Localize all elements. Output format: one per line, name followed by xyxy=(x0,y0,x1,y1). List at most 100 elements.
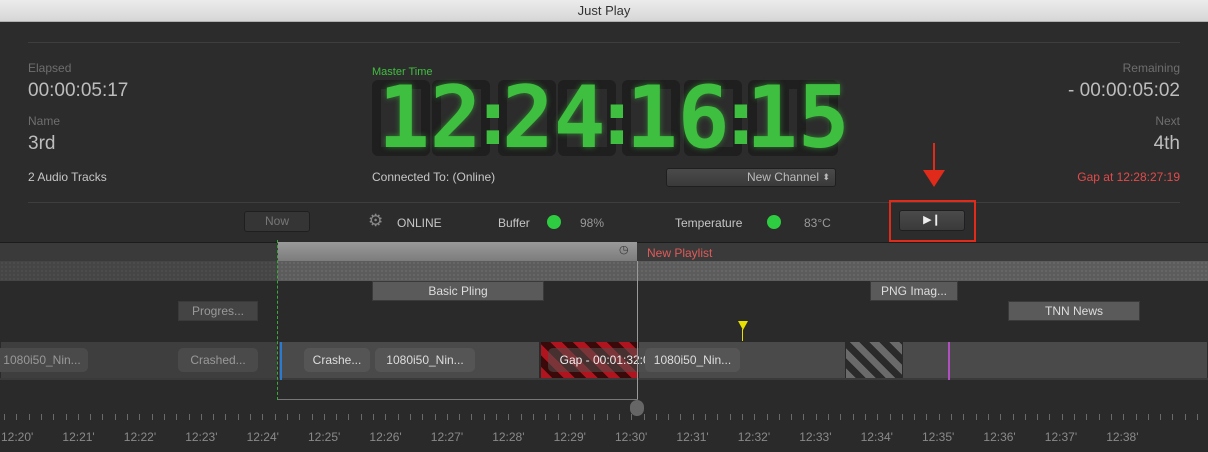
ruler-tick xyxy=(693,414,694,420)
annotation-progress[interactable]: Progres... xyxy=(178,301,258,321)
ruler-tick xyxy=(484,414,485,420)
ruler-tick xyxy=(828,414,829,420)
ruler-tick-label: 12:28' xyxy=(492,430,525,444)
clock-seconds: 16 xyxy=(626,68,730,168)
ruler-tick xyxy=(373,414,374,420)
ruler-tick xyxy=(1148,414,1149,420)
ruler-tick xyxy=(471,414,472,420)
ruler-tick xyxy=(4,414,5,420)
name-value: 3rd xyxy=(28,133,56,154)
remaining-label: Remaining xyxy=(1122,61,1180,75)
ruler-tick xyxy=(865,414,866,420)
ruler-tick xyxy=(619,414,620,420)
ruler-tick xyxy=(1049,414,1050,420)
ruler-tick xyxy=(1086,414,1087,420)
name-label: Name xyxy=(28,114,61,128)
annotation-png-image[interactable]: PNG Imag... xyxy=(870,281,958,301)
marker-line xyxy=(742,329,743,341)
annotation-label: PNG Imag... xyxy=(880,284,948,298)
ruler-tick xyxy=(447,414,448,420)
ruler-tick xyxy=(312,414,313,420)
buffer-label: Buffer xyxy=(498,216,530,230)
updown-chevron-icon: ⬍ xyxy=(822,172,830,182)
ruler-tick-label: 12:23' xyxy=(185,430,218,444)
ruler-tick-label: 12:38' xyxy=(1106,430,1139,444)
ruler-tick xyxy=(410,414,411,420)
clock-frames: 15 xyxy=(746,68,850,168)
marker-icon[interactable] xyxy=(738,321,748,330)
ruler-tick xyxy=(398,414,399,420)
clip-label[interactable]: 1080i50_Nin... xyxy=(645,348,740,372)
clip-label[interactable]: 1080i50_Nin... xyxy=(0,348,88,372)
ruler-tick xyxy=(988,414,989,420)
ruler-tick xyxy=(435,414,436,420)
ruler-tick xyxy=(139,414,140,420)
ruler-tick xyxy=(816,414,817,420)
arrow-shaft xyxy=(933,143,935,173)
ruler-tick xyxy=(176,414,177,420)
ruler-tick xyxy=(631,414,632,420)
audio-tracks: 2 Audio Tracks xyxy=(28,170,107,184)
ruler-tick xyxy=(78,414,79,420)
clip-label[interactable]: Crashe... xyxy=(304,348,370,372)
ruler-tick xyxy=(201,414,202,420)
ruler-tick xyxy=(1000,414,1001,420)
annotation-basic-pling[interactable]: Basic Pling xyxy=(372,281,544,301)
ruler-tick xyxy=(1111,414,1112,420)
annotation-label: TNN News xyxy=(1044,304,1103,318)
ruler-tick xyxy=(287,414,288,420)
ruler-tick xyxy=(275,414,276,420)
clip-label[interactable]: 1080i50_Nin... xyxy=(375,348,475,372)
ruler-tick xyxy=(238,414,239,420)
ruler-tick xyxy=(29,414,30,420)
ruler-area xyxy=(0,380,1208,452)
ruler-tick xyxy=(422,414,423,420)
ruler-tick-label: 12:25' xyxy=(308,430,341,444)
ruler-tick xyxy=(1074,414,1075,420)
ruler-tick xyxy=(250,414,251,420)
channel-select[interactable]: New Channel ⬍ xyxy=(666,168,836,187)
online-status: ONLINE xyxy=(397,216,442,230)
ruler-tick xyxy=(767,414,768,420)
ruler-tick-label: 12:32' xyxy=(737,430,771,444)
ruler-tick-label: 12:24' xyxy=(246,430,279,444)
top-divider xyxy=(28,42,1180,43)
ruler-tick xyxy=(189,414,190,420)
now-button[interactable]: Now xyxy=(244,211,310,232)
playlist-title: New Playlist xyxy=(647,246,713,260)
annotation-tnn-news[interactable]: TNN News xyxy=(1008,301,1140,321)
ruler-tick xyxy=(607,414,608,420)
striped-clip[interactable] xyxy=(845,342,903,378)
ruler-tick xyxy=(1185,414,1186,420)
ruler-tick xyxy=(742,414,743,420)
elapsed-value: 00:00:05:17 xyxy=(28,80,129,101)
now-line xyxy=(277,240,278,400)
clip-edge-marker xyxy=(948,342,950,380)
ruler-tick-label: 12:21' xyxy=(62,430,95,444)
ruler-tick-label: 12:35' xyxy=(922,430,955,444)
ruler-tick xyxy=(558,414,559,420)
ruler-tick xyxy=(361,414,362,420)
annotation-label: Basic Pling xyxy=(428,284,488,298)
ruler-tick xyxy=(877,414,878,420)
ruler-tick xyxy=(976,414,977,420)
channel-select-value: New Channel xyxy=(746,170,819,184)
clip-label[interactable]: Crashed... xyxy=(178,348,258,372)
ruler-tick-label: 12:29' xyxy=(553,430,586,444)
ruler-tick xyxy=(1013,414,1014,420)
ruler-tick xyxy=(656,414,657,420)
playhead-handle[interactable] xyxy=(630,400,644,416)
clip-edge-marker xyxy=(280,342,282,380)
ruler-tick-label: 12:26' xyxy=(369,430,402,444)
ruler-tick xyxy=(939,414,940,420)
connection-status: Connected To: (Online) xyxy=(372,170,496,184)
ruler-tick xyxy=(508,414,509,420)
ruler-tick xyxy=(803,414,804,420)
ruler-tick xyxy=(668,414,669,420)
ruler-tick xyxy=(225,414,226,420)
ruler-tick xyxy=(582,414,583,420)
ruler-tick xyxy=(545,414,546,420)
ruler-tick xyxy=(1099,414,1100,420)
buffer-value: 98% xyxy=(580,216,605,230)
ruler-tick xyxy=(385,414,386,420)
